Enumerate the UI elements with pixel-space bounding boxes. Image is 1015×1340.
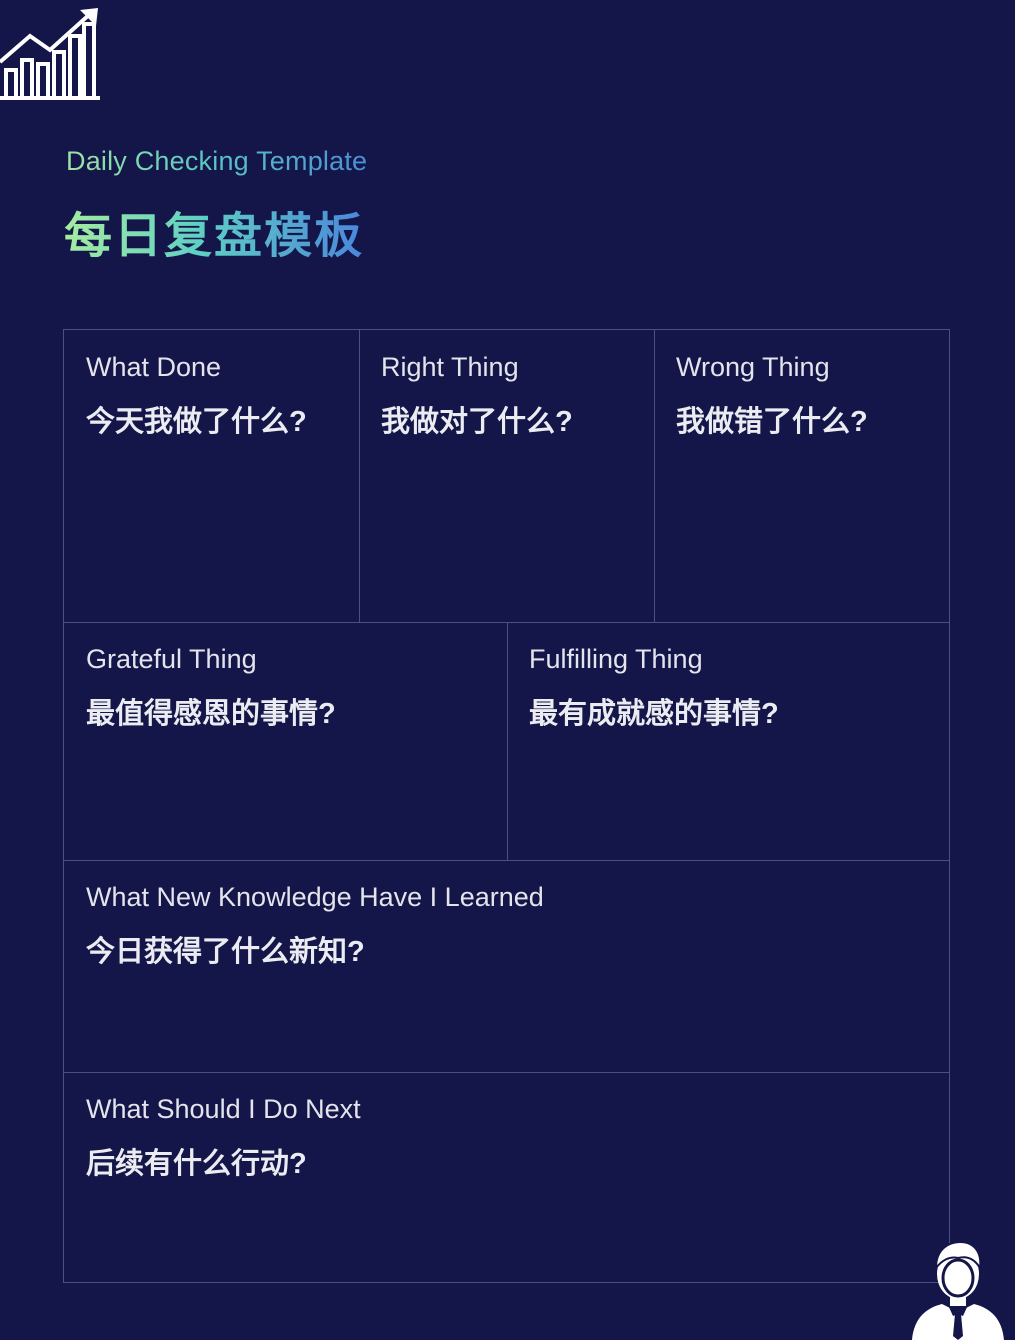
page-title: 每日复盘模板 [64,196,364,266]
section-fulfilling-thing: Fulfilling Thing 最有成就感的事情? [507,622,949,861]
section-question: 今天我做了什么? [86,406,307,438]
section-question: 我做错了什么? [676,406,868,438]
section-what-done: What Done 今天我做了什么? [64,330,360,623]
section-question: 后续有什么行动? [86,1148,307,1180]
section-label: Fulfilling Thing [529,644,703,674]
section-next-actions: What Should I Do Next 后续有什么行动? [64,1072,949,1282]
businessman-icon [912,1240,1004,1340]
page-subtitle: Daily Checking Template [66,146,368,176]
section-label: What Should I Do Next [86,1094,361,1124]
section-new-knowledge: What New Knowledge Have I Learned 今日获得了什… [64,860,949,1073]
section-grateful-thing: Grateful Thing 最值得感恩的事情? [64,622,508,861]
section-question: 今日获得了什么新知? [86,936,365,968]
section-label: What New Knowledge Have I Learned [86,882,544,912]
section-question: 我做对了什么? [381,406,573,438]
section-label: Wrong Thing [676,352,830,382]
section-wrong-thing: Wrong Thing 我做错了什么? [654,330,949,623]
template-grid: What Done 今天我做了什么? Right Thing 我做对了什么? W… [63,329,950,1283]
growth-chart-icon [0,8,100,100]
section-right-thing: Right Thing 我做对了什么? [359,330,655,623]
section-label: Right Thing [381,352,519,382]
section-label: Grateful Thing [86,644,257,674]
section-label: What Done [86,352,222,382]
section-question: 最值得感恩的事情? [86,698,336,730]
section-question: 最有成就感的事情? [529,698,779,730]
